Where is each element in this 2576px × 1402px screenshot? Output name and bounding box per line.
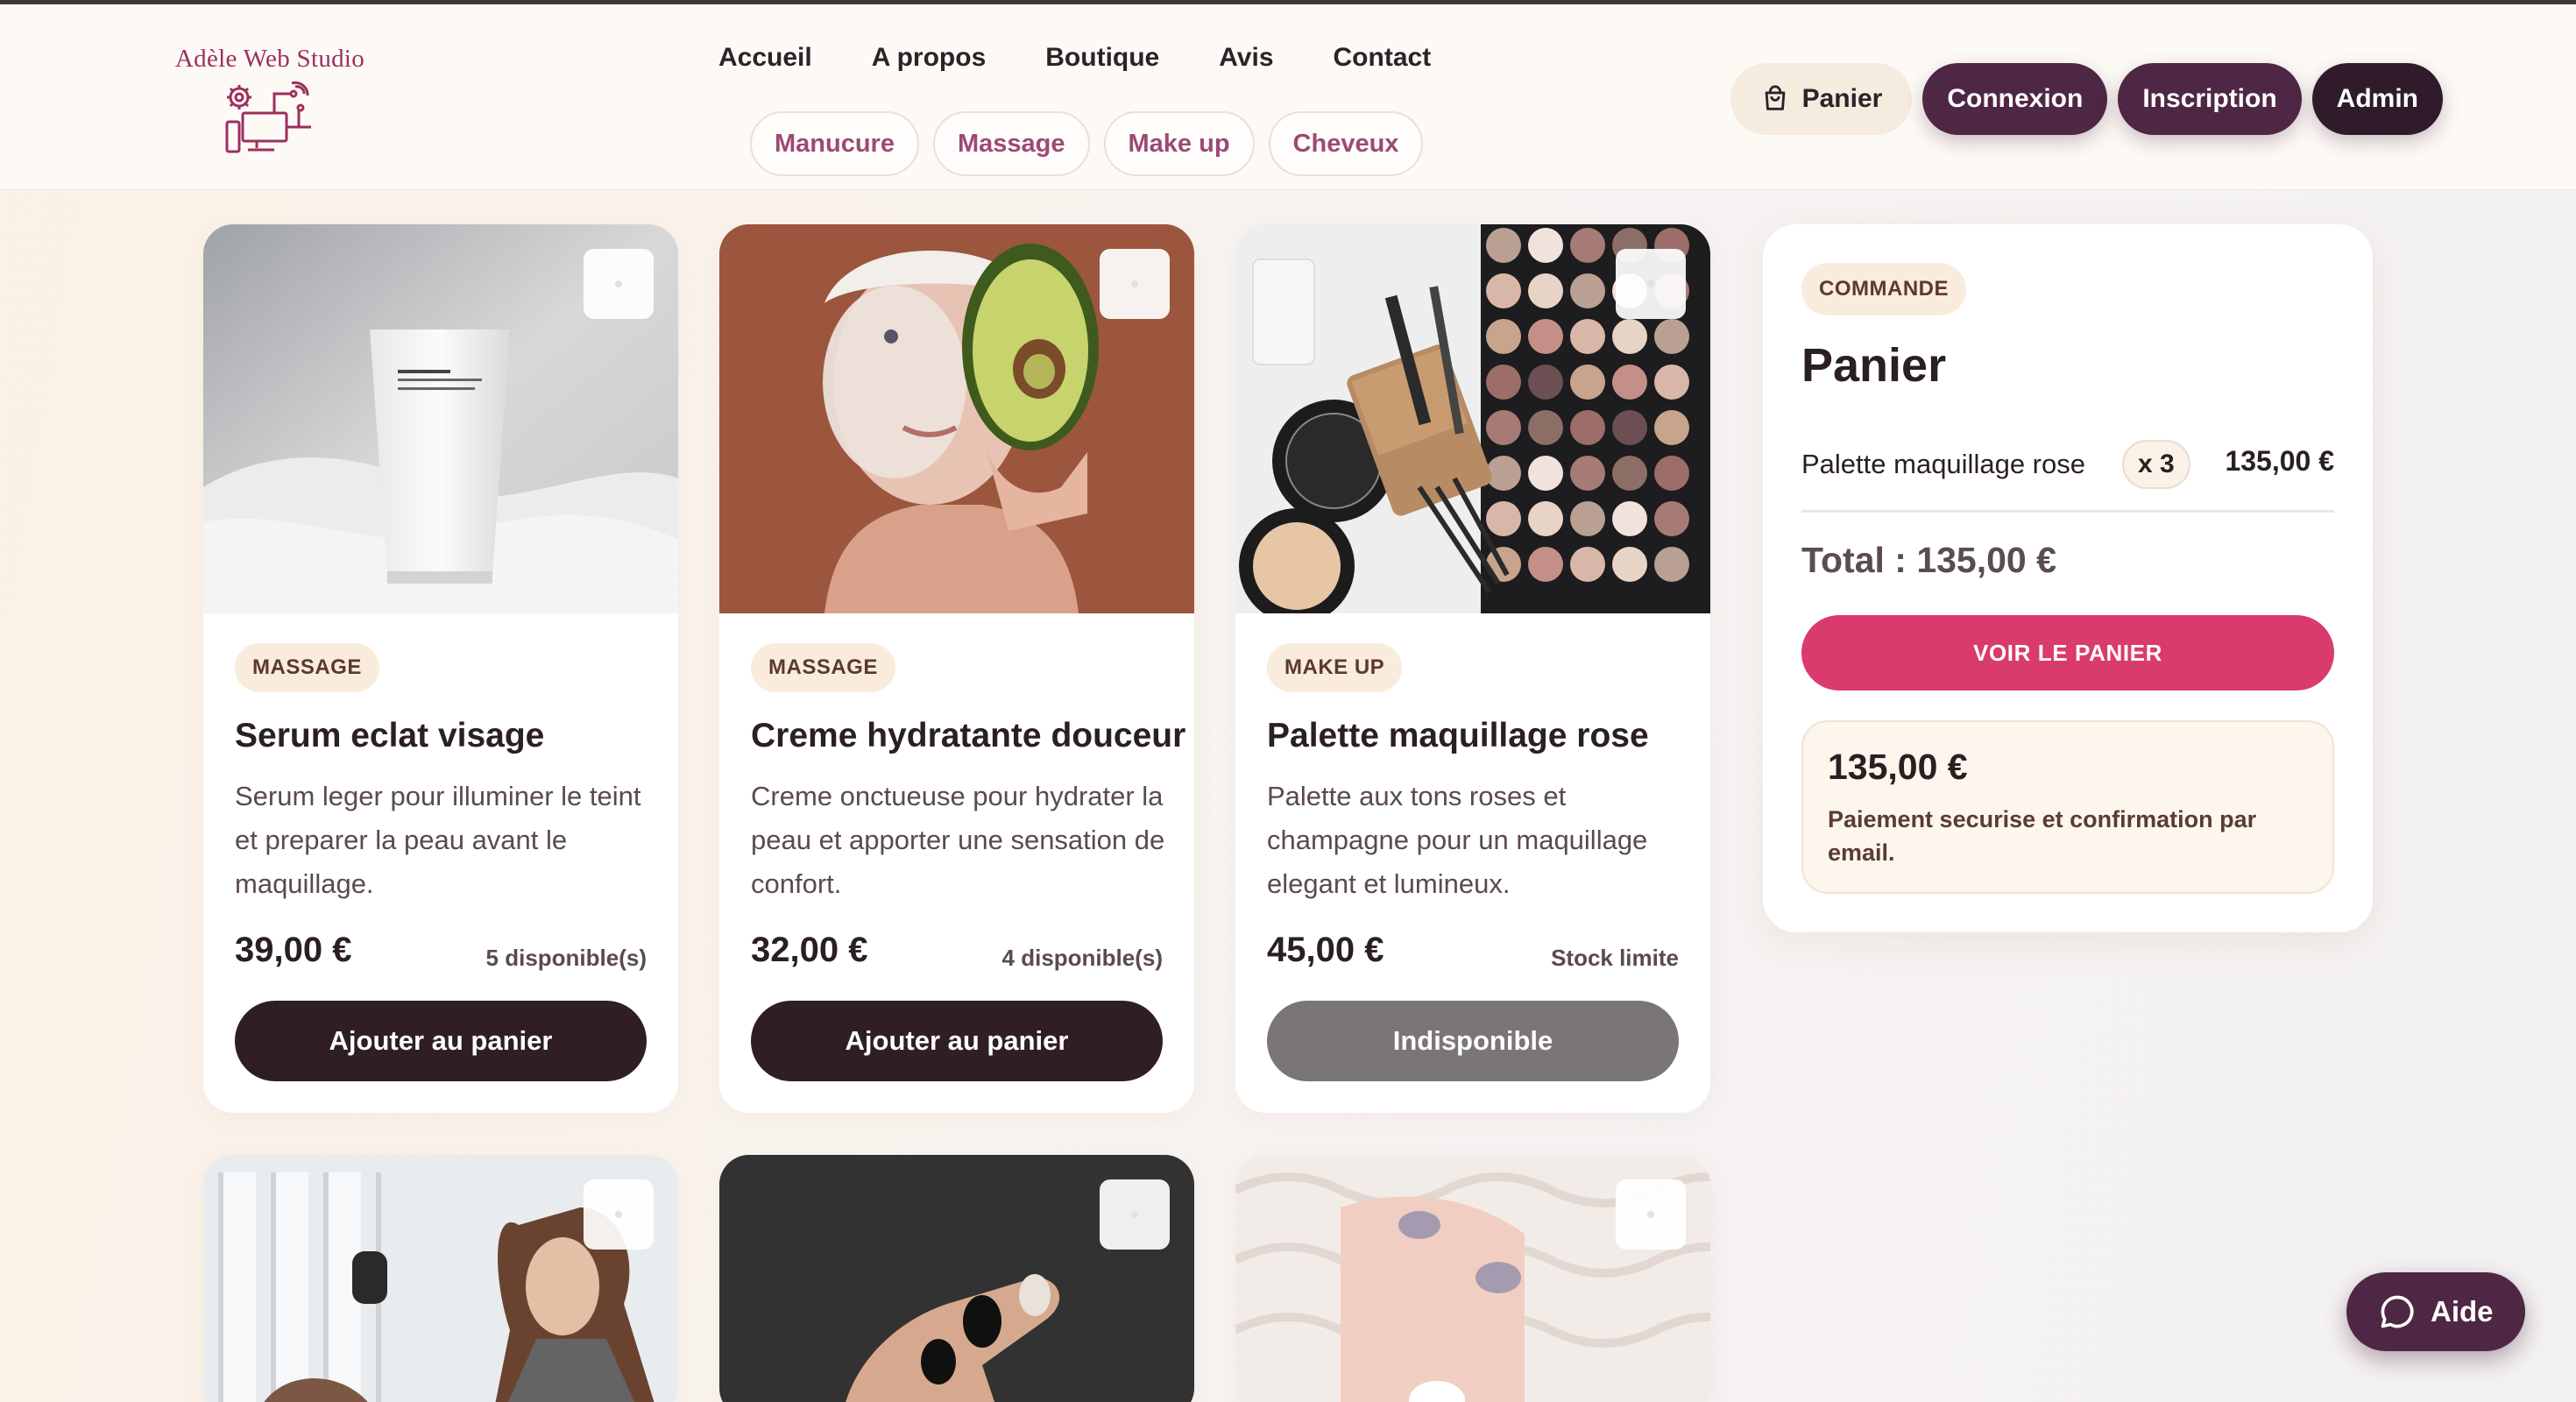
main-nav: Accueil A propos Boutique Avis Contact — [718, 43, 1490, 73]
nav-a-propos[interactable]: A propos — [872, 43, 987, 73]
heart-icon — [1131, 280, 1138, 287]
product-card — [203, 1155, 678, 1402]
help-label: Aide — [2431, 1295, 2494, 1328]
view-cart-button[interactable]: VOIR LE PANIER — [1801, 615, 2334, 690]
order-badge: COMMANDE — [1801, 263, 1966, 315]
computer-gear-icon — [225, 81, 311, 153]
heart-icon — [615, 280, 622, 287]
summary-amount: 135,00 € — [1828, 747, 1968, 787]
product-card — [719, 1155, 1194, 1402]
shopping-bag-icon — [1765, 85, 1785, 110]
heart-icon — [615, 1211, 622, 1218]
cart-panel: COMMANDE Panier Palette maquillage rose … — [1763, 224, 2373, 932]
cart-title: Panier — [1801, 339, 1947, 392]
product-stock: 5 disponible(s) — [485, 945, 647, 971]
product-image-hair-salon — [203, 1155, 678, 1402]
product-card: MASSAGE Creme hydratante douceur Creme o… — [719, 224, 1194, 1113]
nav-contact[interactable]: Contact — [1334, 43, 1432, 73]
add-to-cart-button[interactable]: Ajouter au panier — [235, 1001, 647, 1081]
cart-total: Total : 135,00 € — [1801, 540, 2056, 580]
product-image-dark-manicure — [719, 1155, 1194, 1402]
product-price: 45,00 € — [1267, 931, 1384, 969]
cart-item-name: Palette maquillage rose — [1801, 449, 2085, 479]
favorite-toggle[interactable] — [584, 249, 654, 319]
category-badge: MAKE UP — [1267, 643, 1403, 692]
divider — [1801, 510, 2334, 513]
product-image-makeup-palette — [1235, 224, 1710, 613]
product-price: 39,00 € — [235, 931, 352, 969]
cart-item-amount: 135,00 € — [2225, 445, 2334, 477]
product-title[interactable]: Palette maquillage rose — [1267, 717, 1649, 755]
filter-massage[interactable]: Massage — [932, 111, 1090, 176]
unavailable-button[interactable]: Indisponible — [1267, 1001, 1679, 1081]
cart-item-quantity: x 3 — [2122, 440, 2190, 489]
payment-note: Paiement securise et confirmation par em… — [1828, 806, 2257, 866]
favorite-toggle[interactable] — [1100, 1179, 1170, 1250]
favorite-toggle[interactable] — [1100, 249, 1170, 319]
filter-cheveux[interactable]: Cheveux — [1268, 111, 1424, 176]
header-actions: Panier Connexion Inscription Admin — [1730, 63, 2443, 135]
nav-boutique[interactable]: Boutique — [1045, 43, 1159, 73]
favorite-toggle[interactable] — [1616, 1179, 1686, 1250]
category-badge: MASSAGE — [751, 643, 895, 692]
login-button[interactable]: Connexion — [1922, 63, 2108, 135]
product-card — [1235, 1155, 1710, 1402]
product-price: 32,00 € — [751, 931, 868, 969]
heart-icon — [1647, 1211, 1654, 1218]
brand-logo[interactable]: Adèle Web Studio — [173, 45, 366, 159]
cart-line-item: Palette maquillage rose x 3 135,00 € — [1801, 440, 2334, 510]
product-stock: Stock limite — [1551, 945, 1679, 971]
product-title[interactable]: Serum eclat visage — [235, 717, 544, 755]
product-description: Palette aux tons roses et champagne pour… — [1267, 781, 1648, 899]
add-to-cart-button[interactable]: Ajouter au panier — [751, 1001, 1163, 1081]
heart-icon — [1647, 280, 1654, 287]
product-card: MAKE UP Palette maquillage rose Palette … — [1235, 224, 1710, 1113]
nav-avis[interactable]: Avis — [1219, 43, 1273, 73]
chat-bubble-icon — [2381, 1295, 2414, 1328]
favorite-toggle[interactable] — [1616, 249, 1686, 319]
product-description: Creme onctueuse pour hydrater la peau et… — [751, 781, 1165, 899]
signup-button[interactable]: Inscription — [2118, 63, 2302, 135]
filter-make-up[interactable]: Make up — [1103, 111, 1255, 176]
nav-accueil[interactable]: Accueil — [718, 43, 812, 73]
cart-button-label: Panier — [1801, 84, 1883, 113]
filter-manucure[interactable]: Manucure — [750, 111, 919, 176]
product-title[interactable]: Creme hydratante douceur — [751, 717, 1185, 755]
help-button[interactable]: Aide — [2346, 1272, 2525, 1351]
admin-button[interactable]: Admin — [2311, 63, 2443, 135]
favorite-toggle[interactable] — [584, 1179, 654, 1250]
product-card: MASSAGE Serum eclat visage Serum leger p… — [203, 224, 678, 1113]
product-description: Serum leger pour illuminer le teint et p… — [235, 781, 641, 899]
category-badge: MASSAGE — [235, 643, 379, 692]
category-filters: Manucure Massage Make up Cheveux — [750, 111, 1424, 176]
cart-button[interactable]: Panier — [1730, 63, 1913, 135]
heart-icon — [1131, 1211, 1138, 1218]
product-image-avocado-mask — [719, 224, 1194, 613]
payment-summary: 135,00 € Paiement securise et confirmati… — [1801, 720, 2334, 894]
product-image-lotion — [203, 224, 678, 613]
brand-name: Adèle Web Studio — [174, 45, 365, 73]
product-image-lilac-manicure — [1235, 1155, 1710, 1402]
site-header: Adèle Web Studio Accueil A propos Boutiq… — [0, 4, 2576, 190]
product-stock: 4 disponible(s) — [1001, 945, 1163, 971]
